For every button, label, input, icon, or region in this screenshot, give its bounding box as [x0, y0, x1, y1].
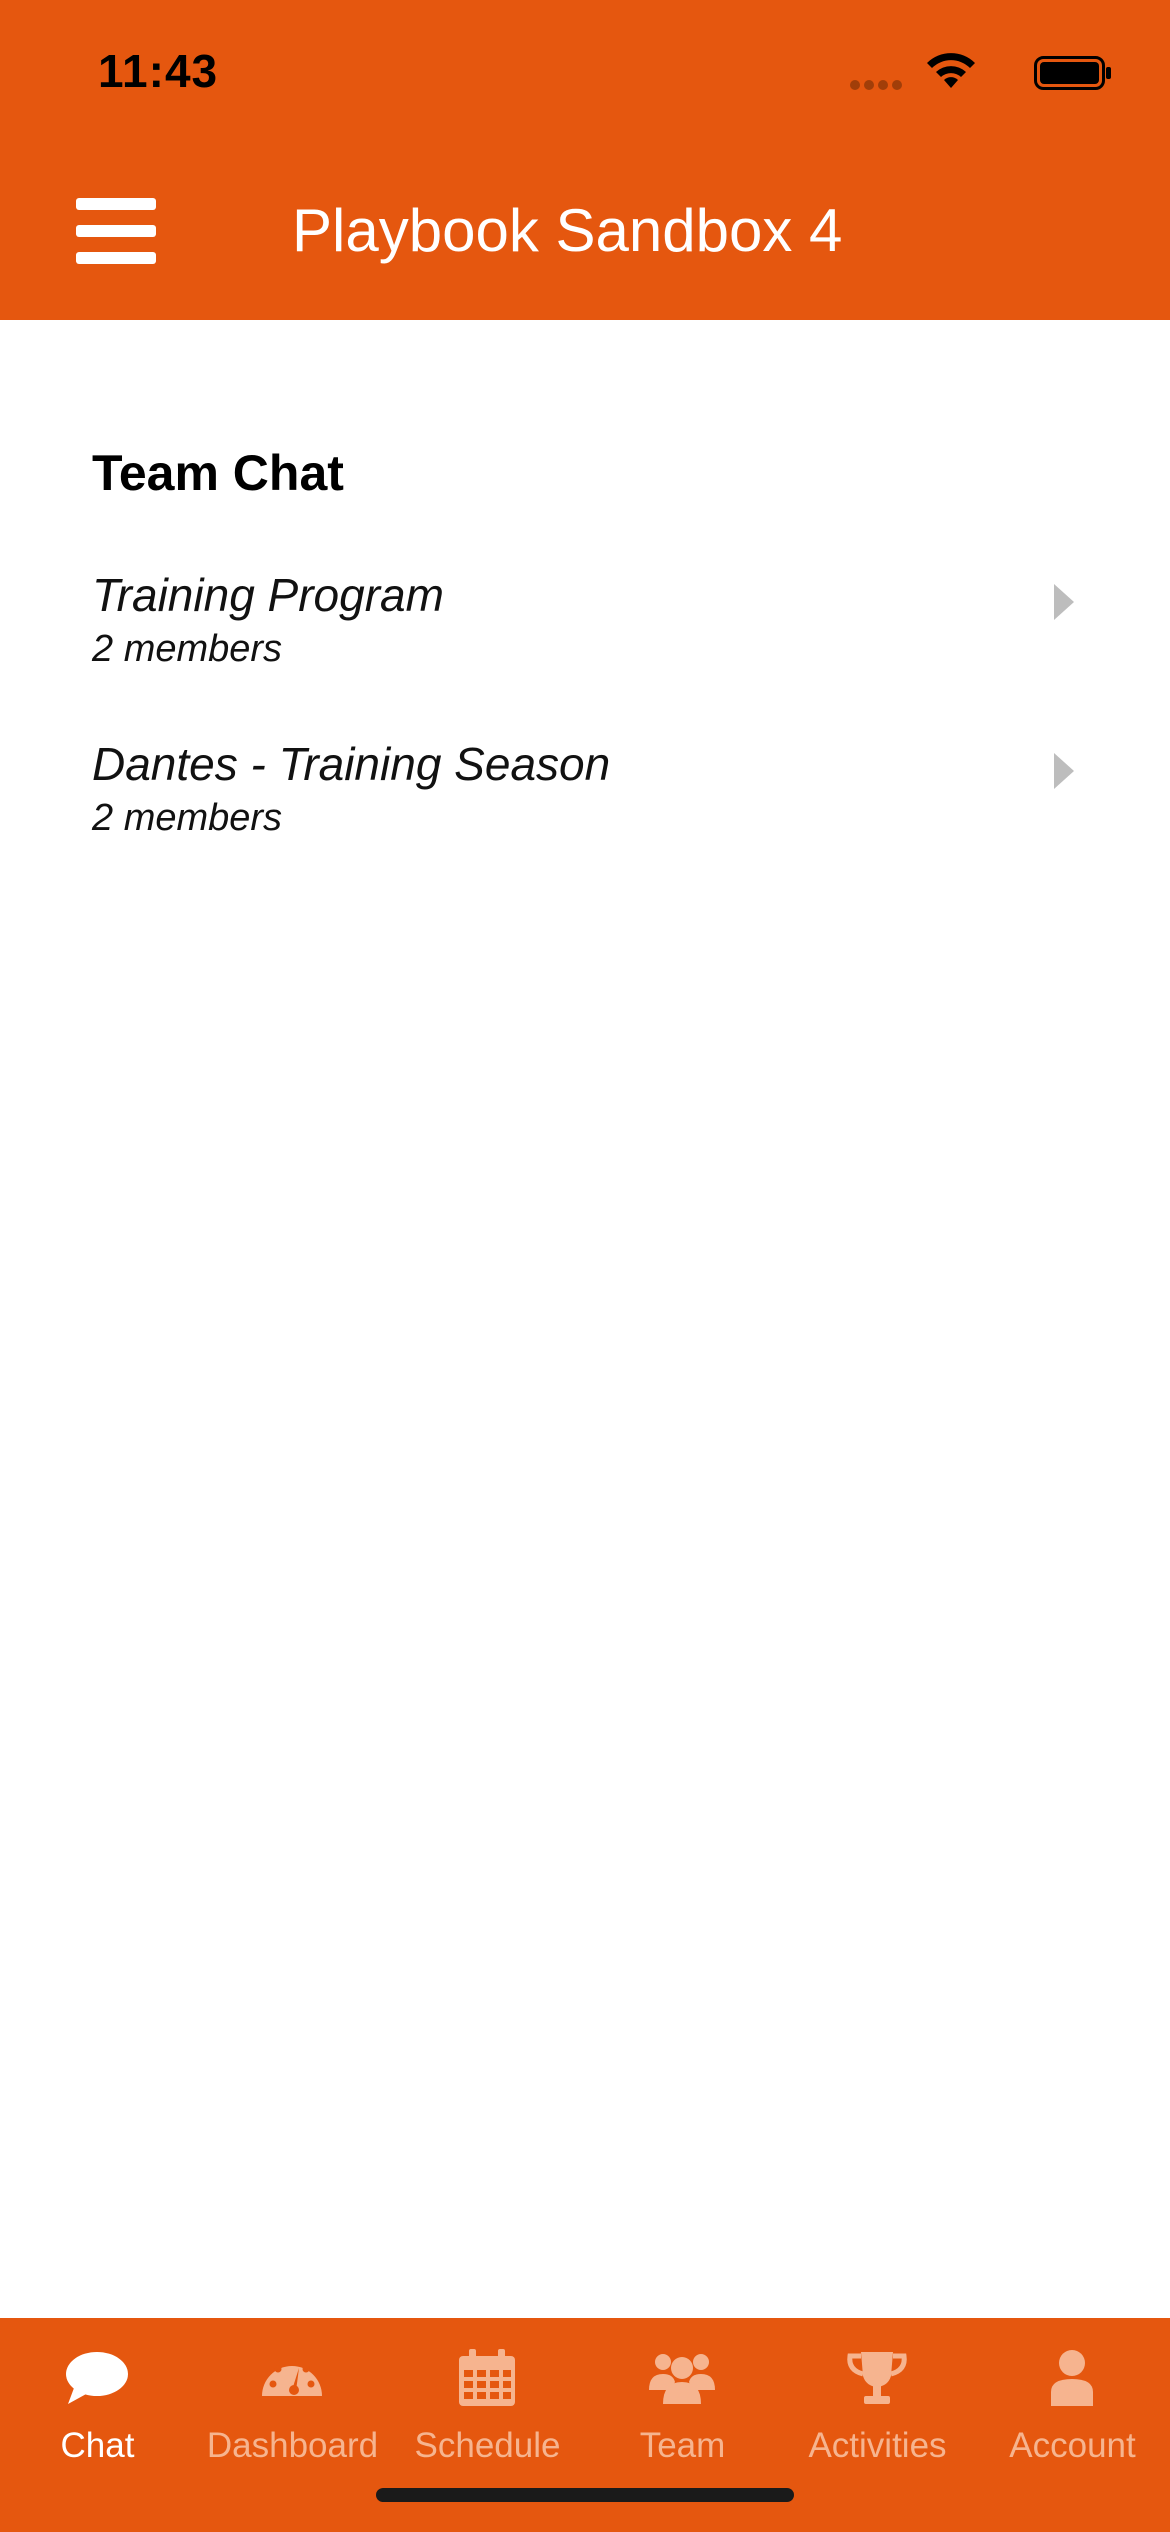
status-indicators: [782, 52, 1112, 92]
user-icon: [1051, 2350, 1093, 2406]
speedometer-icon: [262, 2358, 322, 2396]
chat-bubble-icon: [66, 2352, 128, 2404]
tab-label: Team: [639, 2426, 726, 2465]
chat-name: Dantes - Training Season: [92, 738, 611, 790]
status-time: 11:43: [98, 45, 219, 97]
screen: 11:43 Playbook Sandbox 4 Team Chat Train…: [0, 0, 1170, 2532]
page-title: Playbook Sandbox 4: [292, 197, 843, 264]
calendar-icon: [459, 2349, 515, 2406]
hamburger-icon-bar: [76, 252, 156, 264]
tab-team[interactable]: Team: [585, 2318, 780, 2468]
users-icon: [649, 2354, 715, 2404]
chevron-right-icon: [1054, 753, 1074, 789]
chat-member-count: 2 members: [92, 628, 283, 670]
chat-name: Training Program: [92, 569, 444, 621]
chat-list-item[interactable]: Dantes - Training Season 2 members: [0, 737, 1170, 887]
home-indicator: [376, 2488, 794, 2502]
wifi-icon: [927, 53, 975, 88]
section-title: Team Chat: [92, 445, 344, 501]
trophy-icon: [847, 2352, 907, 2404]
tab-chat[interactable]: Chat: [0, 2318, 195, 2468]
tab-dashboard[interactable]: Dashboard: [195, 2318, 390, 2468]
tab-label: Chat: [60, 2426, 135, 2465]
tab-label: Schedule: [414, 2426, 561, 2465]
tab-label: Account: [1009, 2426, 1136, 2465]
tab-label: Activities: [808, 2426, 947, 2465]
chat-list-item[interactable]: Training Program 2 members: [0, 568, 1170, 718]
chat-member-count: 2 members: [92, 797, 283, 839]
tab-account[interactable]: Account: [975, 2318, 1170, 2468]
tab-schedule[interactable]: Schedule: [390, 2318, 585, 2468]
app-header: 11:43 Playbook Sandbox 4: [0, 0, 1170, 320]
hamburger-icon-bar: [76, 198, 156, 210]
hamburger-icon-bar: [76, 225, 156, 237]
menu-button[interactable]: [76, 198, 156, 264]
tab-label: Dashboard: [206, 2426, 379, 2465]
battery-icon: [1034, 56, 1111, 90]
tab-activities[interactable]: Activities: [780, 2318, 975, 2468]
chevron-right-icon: [1054, 584, 1074, 620]
signal-icon: [850, 80, 904, 90]
